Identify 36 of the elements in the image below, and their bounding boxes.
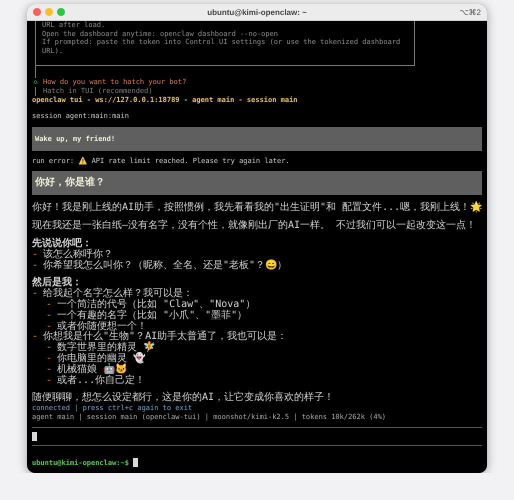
bullet-marker: - <box>32 289 38 300</box>
list-item-text: 你想我是什么"生物"？AI助手太普通了，我也可以是： <box>43 332 288 342</box>
zoom-button[interactable] <box>57 8 65 16</box>
bullet-marker: - <box>46 300 52 311</box>
list-item-text: 你希望我怎么叫你？（昵称、全名、还是"老板"？😄） <box>43 260 288 272</box>
list-item-text: 机械猫娘 🤖🐱 <box>57 364 128 375</box>
message-paragraph: 你好！我是刚上线的AI助手，按照惯例，我先看看我的"出生证明"和 配置文件...嗯，我刚上线！🌟 <box>32 203 482 214</box>
message-paragraph: 现在我还是一张白纸—没有名字，没有个性，就像刚出厂的AI一样。 不过我们可以一起改变这一点！ <box>32 221 476 232</box>
close-button[interactable] <box>33 8 41 16</box>
bullet-marker: - <box>32 260 38 272</box>
list-item-text: 数字世界里的精灵 🧚 <box>57 343 156 354</box>
list-item-text: 你电脑里的幽灵 👻 <box>57 354 146 364</box>
bullet-marker: - <box>46 354 52 365</box>
minimize-button[interactable] <box>45 8 53 16</box>
bullet-marker: - <box>46 310 52 322</box>
bullet-marker: - <box>46 364 52 376</box>
bullet-marker: - <box>32 332 38 344</box>
list-item-text: 给我起个名字怎么样？我可以是： <box>43 289 194 300</box>
message-paragraph: 随便聊聊，想怎么设定都行，这是你的AI，让它变成你喜欢的样子！ <box>32 393 334 404</box>
bullet-marker: - <box>32 250 38 261</box>
list-item-text: 或者你随便想一个！ <box>57 322 148 332</box>
list-item-text: 一个简洁的代号（比如 "Claw"、"Nova"） <box>57 300 256 310</box>
text-cursor <box>32 432 37 442</box>
list-item-text: 一个有趣的名字（比如 "小爪"、"墨菲"） <box>57 310 248 321</box>
bullet-marker: - <box>46 322 52 332</box>
bullet-marker: - <box>46 343 52 354</box>
window-title: ubuntu@kimi-openclaw: ~ <box>207 8 307 16</box>
section-heading: 然后是我： <box>32 278 82 288</box>
text-cursor <box>132 458 138 468</box>
user-message: 你好，你是谁？ <box>32 171 482 196</box>
message-input[interactable] <box>32 427 482 446</box>
list-item-text: 或者...你自己定！ <box>57 376 146 386</box>
list-item-text: 该怎么称呼你？ <box>43 250 114 260</box>
keyboard-shortcut: ⌥⌘2 <box>460 8 481 16</box>
bullet-marker: - <box>46 376 52 386</box>
section-heading: 先说说你吧： <box>32 238 92 249</box>
